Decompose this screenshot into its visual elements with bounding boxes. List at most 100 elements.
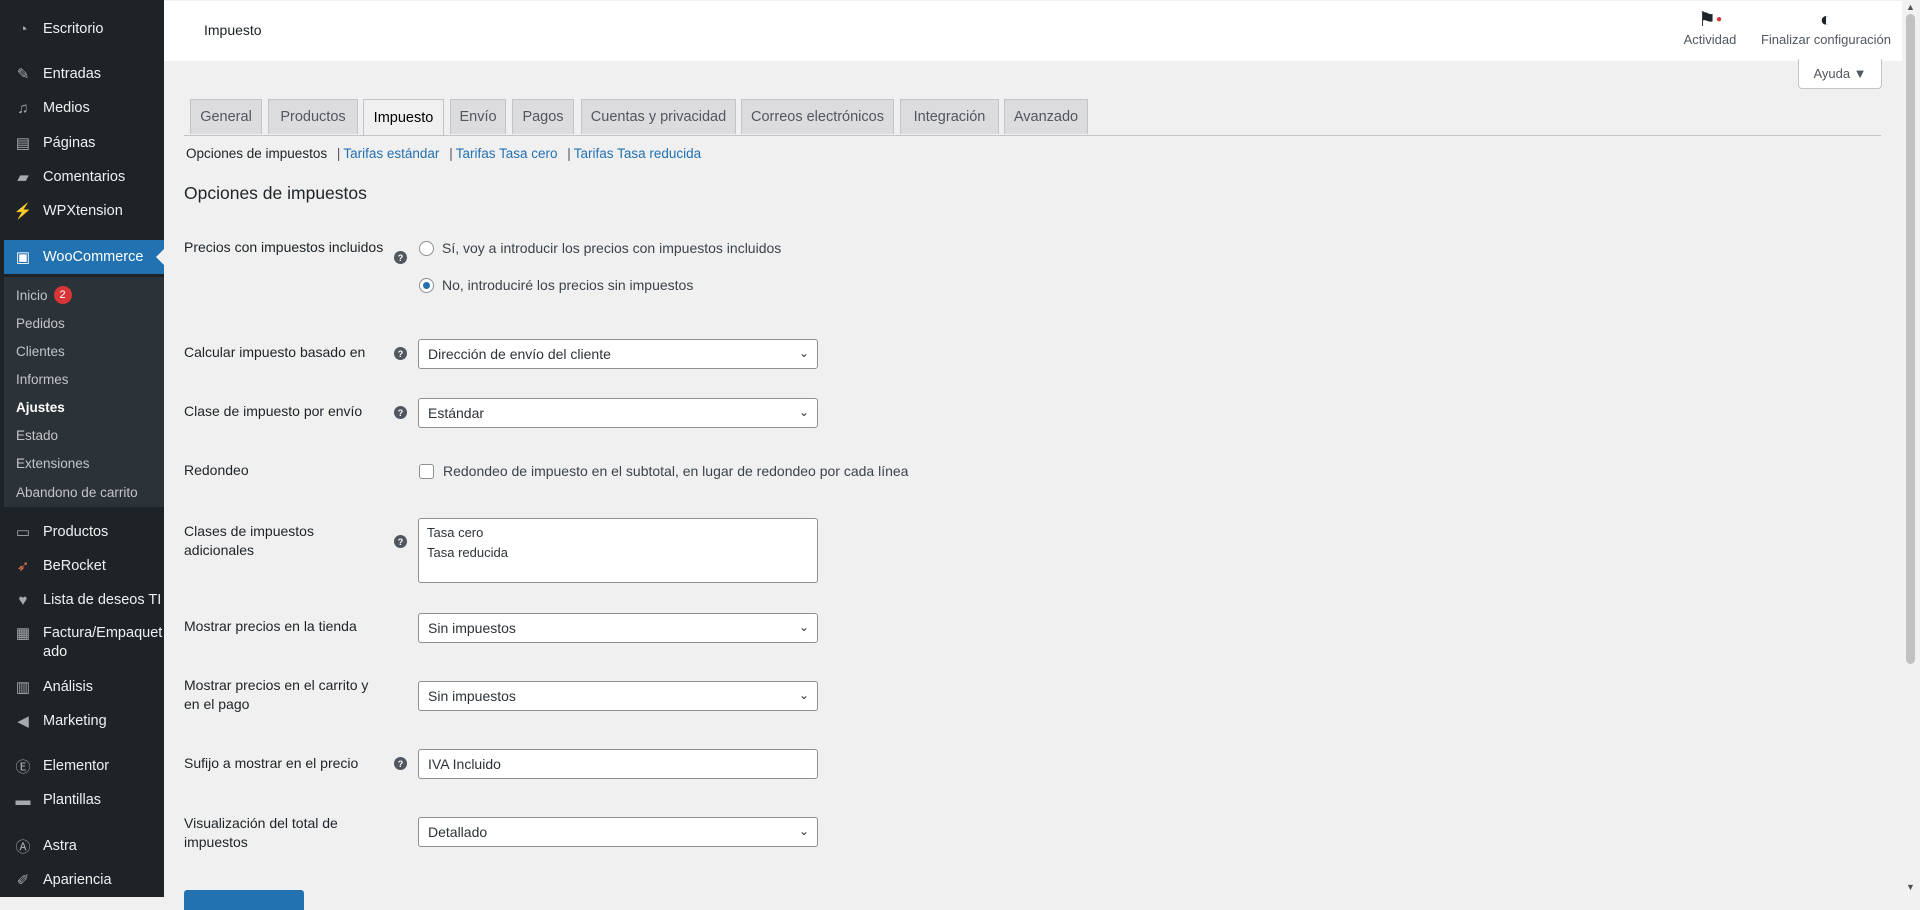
help-icon[interactable]: ?	[394, 347, 407, 360]
shop-display-select[interactable]: Sin impuestos ⌄	[418, 613, 818, 643]
menu-woocommerce[interactable]: ▣ WooCommerce	[4, 240, 164, 274]
admin-sidebar: ◔ Escritorio ✎ Entradas ♫ Medios ▤ Págin…	[0, 0, 164, 897]
radio-prices-incl-yes[interactable]: Sí, voy a introducir los precios con imp…	[419, 240, 781, 256]
submenu-pedidos[interactable]: Pedidos	[16, 313, 65, 333]
archive-icon: ▭	[15, 524, 31, 541]
menu-productos[interactable]: ▭ Productos	[4, 519, 164, 545]
subnav-opciones[interactable]: Opciones de impuestos	[186, 146, 327, 161]
help-icon[interactable]: ?	[394, 757, 407, 770]
label-mostrar-carrito: Mostrar precios en el carrito y en el pa…	[184, 677, 369, 712]
woocommerce-submenu: Inicio 2 Pedidos Clientes Informes Ajust…	[4, 277, 164, 507]
rounding-checkbox-row[interactable]: Redondeo de impuesto en el subtotal, en …	[419, 463, 908, 479]
plug-icon: ⚡	[13, 203, 33, 220]
folder-icon: ▬	[15, 791, 31, 809]
subnav-tarifas-tasa-cero[interactable]: Tarifas Tasa cero	[456, 146, 558, 161]
price-suffix-input[interactable]: IVA Incluido	[418, 749, 818, 779]
scrollbar-thumb[interactable]	[1906, 14, 1915, 664]
additional-classes-textarea[interactable]: Tasa cero Tasa reducida	[418, 518, 818, 583]
brush-icon: ✐	[16, 872, 30, 889]
notification-badge: 2	[53, 286, 72, 304]
calc-based-select[interactable]: Dirección de envío del cliente ⌄	[418, 339, 818, 369]
submenu-estado[interactable]: Estado	[16, 425, 58, 445]
tabs-divider	[184, 135, 1881, 136]
submenu-extensiones[interactable]: Extensiones	[16, 453, 90, 473]
total-display-select[interactable]: Detallado ⌄	[418, 817, 818, 847]
menu-factura[interactable]: ▦ Factura/Empaquet ado	[4, 624, 164, 664]
tab-integracion[interactable]: Integración	[900, 99, 999, 134]
chevron-down-icon: ⌄	[798, 688, 809, 702]
subnav-tarifas-estandar[interactable]: Tarifas estándar	[343, 146, 439, 161]
menu-medios[interactable]: ♫ Medios	[4, 95, 164, 121]
menu-elementor[interactable]: Ⓔ Elementor	[4, 753, 164, 779]
submenu-clientes[interactable]: Clientes	[16, 341, 65, 361]
menu-marketing[interactable]: ◀ Marketing	[4, 708, 164, 734]
menu-paginas[interactable]: ▤ Páginas	[4, 130, 164, 156]
radio-prices-incl-no[interactable]: No, introduciré los precios sin impuesto…	[419, 277, 693, 293]
heart-icon: ♥	[18, 591, 28, 609]
subnav-tarifas-tasa-reducida[interactable]: Tarifas Tasa reducida	[574, 146, 701, 161]
pin-icon: ✎	[16, 66, 30, 83]
help-icon[interactable]: ?	[394, 406, 407, 419]
menu-apariencia[interactable]: ✐ Apariencia	[4, 867, 164, 893]
activity-button[interactable]: ⚑● Actividad	[1680, 8, 1740, 47]
astra-icon: Ⓐ	[15, 838, 31, 856]
rocket-icon: ➶	[16, 558, 30, 575]
scroll-down-icon[interactable]: ▼	[1906, 882, 1915, 892]
contrast-icon: ◐	[1819, 9, 1833, 31]
menu-astra[interactable]: Ⓐ Astra	[4, 833, 164, 859]
rounding-checkbox[interactable]	[419, 463, 434, 479]
save-changes-button[interactable]	[184, 890, 304, 910]
label-clase-envio: Clase de impuesto por envío	[184, 403, 363, 419]
menu-escritorio[interactable]: ◔ Escritorio	[4, 16, 164, 42]
tab-pagos[interactable]: Pagos	[512, 99, 574, 134]
scroll-up-icon[interactable]: ▲	[1906, 2, 1915, 12]
tab-cuentas-privacidad[interactable]: Cuentas y privacidad	[581, 99, 736, 134]
shipping-class-select[interactable]: Estándar ⌄	[418, 398, 818, 428]
section-title: Opciones de impuestos	[184, 183, 367, 203]
help-icon[interactable]: ?	[394, 535, 407, 548]
tab-general[interactable]: General	[190, 99, 262, 134]
label-calcular-basado: Calcular impuesto basado en	[184, 344, 366, 360]
label-redondeo: Redondeo	[184, 462, 249, 478]
chevron-down-icon: ⌄	[798, 620, 809, 634]
menu-analisis[interactable]: ▥ Análisis	[4, 674, 164, 700]
label-clases-adicionales: Clases de impuestos adicionales	[184, 523, 314, 558]
menu-comentarios[interactable]: ▰ Comentarios	[4, 164, 164, 190]
megaphone-icon: ◀	[17, 713, 29, 730]
submenu-ajustes[interactable]: Ajustes	[16, 397, 65, 417]
tab-correos[interactable]: Correos electrónicos	[741, 99, 894, 134]
woo-header-bar	[164, 1, 1902, 61]
tab-envio[interactable]: Envío	[450, 99, 506, 134]
chevron-down-icon: ⌄	[798, 346, 809, 360]
label-sufijo: Sufijo a mostrar en el precio	[184, 755, 359, 771]
submenu-inicio[interactable]: Inicio 2	[16, 285, 72, 305]
chevron-down-icon: ⌄	[798, 824, 809, 838]
label-mostrar-tienda: Mostrar precios en la tienda	[184, 618, 357, 634]
menu-lista-deseos[interactable]: ♥ Lista de deseos TI	[4, 587, 164, 613]
help-button[interactable]: Ayuda ▼	[1798, 59, 1882, 89]
radio-button[interactable]	[419, 240, 434, 256]
media-icon: ♫	[17, 99, 29, 117]
menu-plantillas[interactable]: ▬ Plantillas	[4, 787, 164, 813]
comments-icon: ▰	[17, 169, 29, 186]
radio-button-selected[interactable]	[419, 277, 434, 293]
chevron-down-icon: ⌄	[798, 405, 809, 419]
menu-berocket[interactable]: ➶ BeRocket	[4, 553, 164, 579]
tab-impuesto[interactable]: Impuesto	[363, 99, 444, 136]
help-icon[interactable]: ?	[394, 251, 407, 264]
tax-subnav: Opciones de impuestos | Tarifas estándar …	[186, 146, 702, 161]
menu-entradas[interactable]: ✎ Entradas	[4, 61, 164, 87]
flag-icon: ⚑●	[1698, 9, 1722, 31]
submenu-informes[interactable]: Informes	[16, 369, 69, 389]
elementor-icon: Ⓔ	[15, 758, 31, 776]
tab-productos[interactable]: Productos	[268, 99, 358, 134]
label-visualizacion-total: Visualización del total de impuestos	[184, 815, 338, 850]
pages-icon: ▤	[15, 135, 31, 152]
document-icon: ▦	[15, 625, 31, 642]
cart-display-select[interactable]: Sin impuestos ⌄	[418, 681, 818, 711]
menu-wpxtension[interactable]: ⚡ WPXtension	[4, 198, 164, 224]
finish-setup-button[interactable]: ◐ Finalizar configuración	[1756, 8, 1896, 47]
tab-avanzado[interactable]: Avanzado	[1004, 99, 1088, 134]
submenu-abandono-carrito[interactable]: Abandono de carrito	[16, 482, 138, 502]
woo-icon: ▣	[15, 249, 31, 266]
